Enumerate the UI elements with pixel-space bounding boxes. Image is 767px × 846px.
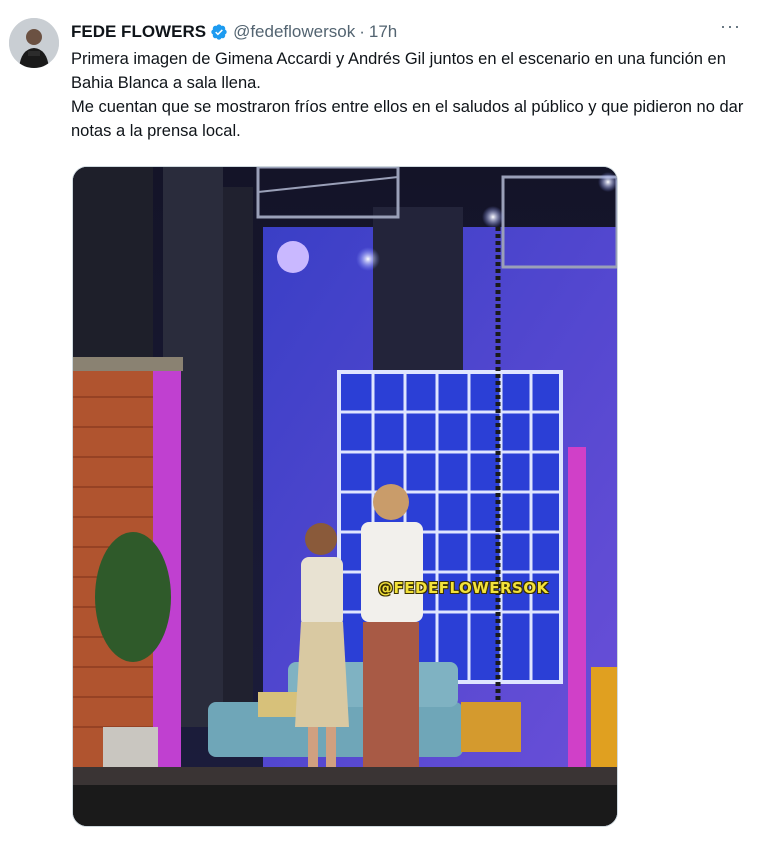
author-avatar[interactable] [9,18,59,68]
tweet-photo[interactable]: @FEDEFLOWERSOK [72,166,618,827]
tweet-paragraph-2: Me cuentan que se mostraron fríos entre … [71,98,744,140]
stage-photo-illustration [73,167,617,826]
verified-badge-icon [210,23,228,41]
tweet-text: Primera imagen de Gimena Accardi y André… [71,47,746,143]
more-options-icon[interactable]: ··· [720,16,741,37]
author-name[interactable]: FEDE FLOWERS [71,22,206,42]
tweet-paragraph-1: Primera imagen de Gimena Accardi y André… [71,50,726,92]
author-handle[interactable]: @fedeflowersok [233,22,355,42]
timestamp[interactable]: 17h [369,22,397,42]
photo-watermark: @FEDEFLOWERSOK [378,579,549,597]
separator-dot: · [359,22,365,41]
tweet-header: FEDE FLOWERS @fedeflowersok · 17h [71,20,747,44]
